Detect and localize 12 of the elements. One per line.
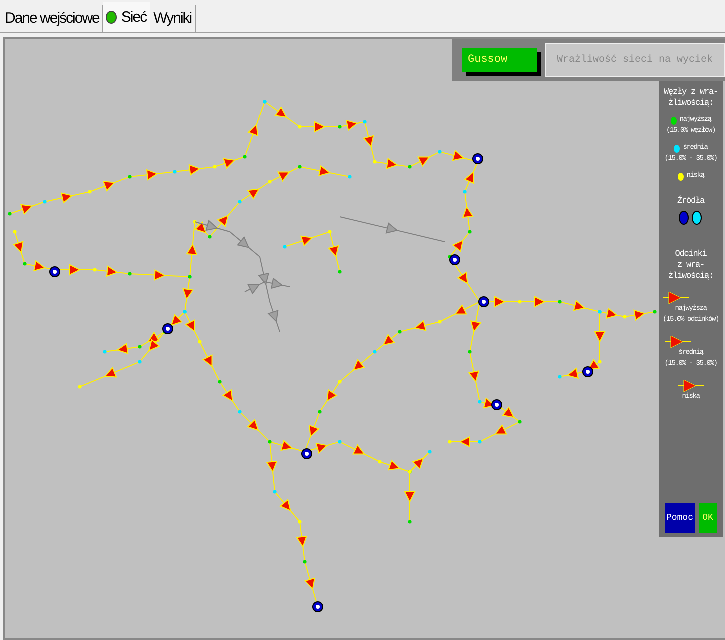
legend-title: z wra- [677,260,704,271]
legend-title: żliwością: [668,271,714,282]
legend-title: Węzły z wra- [664,87,718,98]
segment-arrow-icon [664,336,691,348]
help-button[interactable]: Pomoc [665,503,695,533]
legend-title: Źródła [677,196,704,207]
legend-title: żliwością: [668,98,714,109]
tab[interactable]: Wyniki [150,5,196,32]
tab[interactable]: Sieć [103,2,151,32]
segment-arrow-icon [662,292,689,304]
segment-arrow-icon [678,380,704,392]
legend-title: Odcinki [675,249,707,260]
